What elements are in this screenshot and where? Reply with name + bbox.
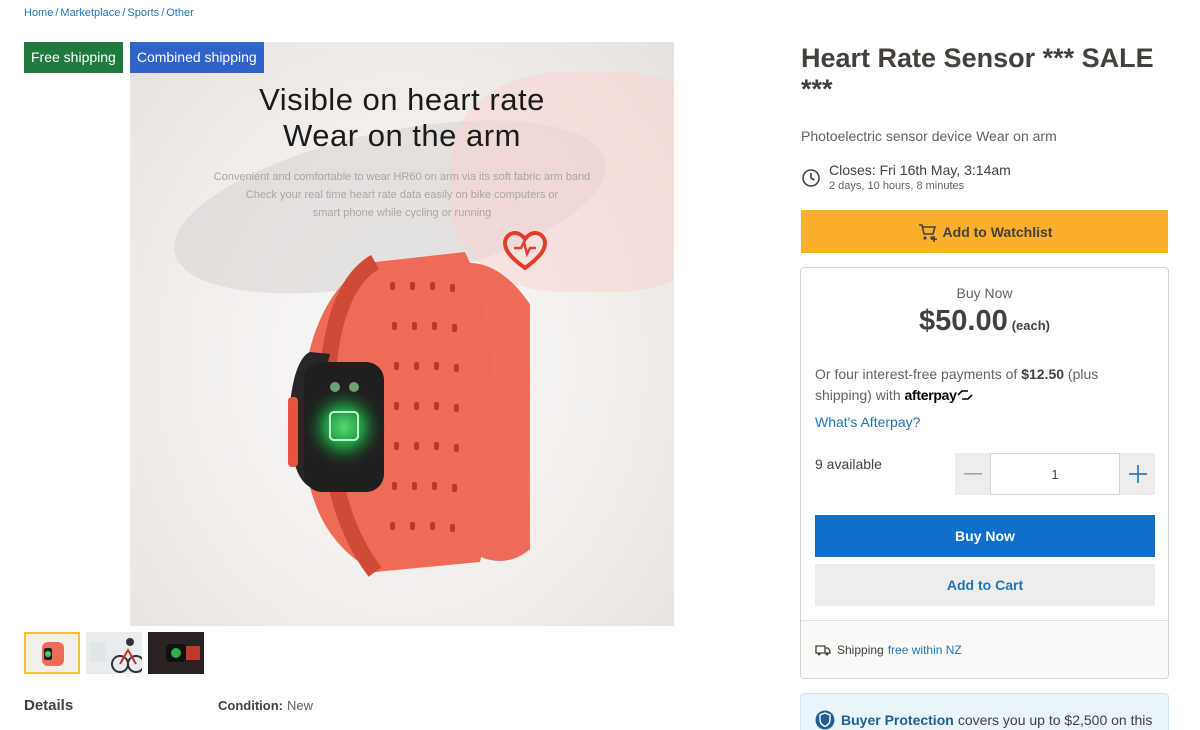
image-thumbnails xyxy=(24,632,204,674)
available-count: 9 available xyxy=(815,456,882,472)
add-to-cart-button[interactable]: Add to Cart xyxy=(815,564,1155,606)
buy-now-label: Buy Now xyxy=(956,285,1013,301)
shipping-badges: Free shipping Combined shipping xyxy=(24,42,264,73)
listing-title: Heart Rate Sensor *** SALE *** xyxy=(801,43,1154,104)
price-value: $50.00 xyxy=(919,305,1008,337)
price: $50.00 (each) xyxy=(801,305,1168,338)
closes-date: Closes: Fri 16th May, 3:14am xyxy=(829,162,1011,178)
breadcrumb-marketplace[interactable]: Marketplace xyxy=(60,7,120,19)
afterpay-logo-text: afterpay xyxy=(904,387,957,403)
watchlist-label: Add to Watchlist xyxy=(942,223,1053,240)
thumbnail-1[interactable] xyxy=(24,632,80,674)
price-unit: (each) xyxy=(1011,318,1050,333)
shipping-value: free within NZ xyxy=(887,643,962,657)
listing-subtitle: Photoelectric sensor device Wear on arm xyxy=(801,128,1057,144)
shield-icon xyxy=(815,710,835,730)
shipping-row: Shipping free within NZ xyxy=(815,643,962,657)
buy-box: Buy Now $50.00 (each) Or four interest-fr… xyxy=(800,267,1169,679)
breadcrumb-separator: / xyxy=(55,7,59,19)
buyer-protection-row: Buyer Protection covers you up to $2,500… xyxy=(815,709,1152,730)
truck-icon xyxy=(815,645,831,656)
quantity-decrease-button[interactable] xyxy=(955,453,990,495)
thumbnail-2[interactable] xyxy=(86,632,142,674)
armband-illustration xyxy=(288,252,530,577)
condition-label: Condition: xyxy=(218,698,283,713)
watchlist-icon xyxy=(918,223,937,242)
quantity-stepper xyxy=(955,453,1155,495)
image-description-line: Check your real time heart rate data eas… xyxy=(245,189,559,201)
afterpay-text: Or four interest-free payments of xyxy=(815,366,1018,382)
details-heading: Details xyxy=(24,697,74,714)
buy-now-button[interactable]: Buy Now xyxy=(815,515,1155,557)
breadcrumb: Home / Marketplace / Sports / Other xyxy=(24,7,194,19)
clock-icon xyxy=(802,169,820,187)
shipping-label: Shipping xyxy=(837,643,884,657)
breadcrumb-separator: / xyxy=(122,7,126,19)
image-description-line: smart phone while cycling or running xyxy=(312,207,492,219)
closes-remaining: 2 days, 10 hours, 8 minutes xyxy=(829,180,965,192)
minus-icon xyxy=(963,473,982,475)
condition-value: New xyxy=(286,698,313,713)
combined-shipping-badge: Combined shipping xyxy=(129,42,264,73)
thumbnail-3[interactable] xyxy=(148,632,204,674)
plus-icon xyxy=(1128,465,1147,483)
image-description: Convenient and comfortable to wear HR60 … xyxy=(190,168,614,222)
buyer-protection-text: covers you up to $2,500 on this xyxy=(957,712,1153,728)
breadcrumb-sports[interactable]: Sports xyxy=(127,7,159,19)
closing-time: Closes: Fri 16th May, 3:14am 2 days, 10 … xyxy=(801,162,1011,192)
afterpay-amount: $12.50 xyxy=(1021,366,1065,382)
product-main-image[interactable]: Visible on heart rate Wear on the arm Co… xyxy=(130,42,674,626)
breadcrumb-separator: / xyxy=(161,7,165,19)
image-headline-1: Visible on heart rate xyxy=(259,82,545,117)
condition: Condition: New xyxy=(218,698,313,713)
afterpay-arrows-icon xyxy=(957,390,973,400)
afterpay-info: Or four interest-free payments of $12.50… xyxy=(815,364,1155,406)
breadcrumb-other[interactable]: Other xyxy=(166,7,194,19)
free-shipping-badge: Free shipping xyxy=(24,42,123,73)
add-to-watchlist-button[interactable]: Add to Watchlist xyxy=(801,210,1168,253)
thumbnail-cyclist-icon xyxy=(90,638,142,673)
buyer-protection: Buyer Protection covers you up to $2,500… xyxy=(800,693,1169,730)
thumbnail-device-icon xyxy=(166,644,200,662)
shipping-info: Shipping free within NZ xyxy=(801,620,1168,678)
quantity-input[interactable] xyxy=(990,453,1120,495)
afterpay-logo: afterpay xyxy=(905,387,973,403)
whats-afterpay-link[interactable]: What's Afterpay? xyxy=(815,414,920,430)
buyer-protection-title: Buyer Protection xyxy=(841,712,954,728)
breadcrumb-home[interactable]: Home xyxy=(24,7,53,19)
quantity-increase-button[interactable] xyxy=(1120,453,1155,495)
thumbnail-armband-icon xyxy=(42,642,64,666)
image-headline-2: Wear on the arm xyxy=(283,118,521,153)
image-description-line: Convenient and comfortable to wear HR60 … xyxy=(213,171,591,183)
